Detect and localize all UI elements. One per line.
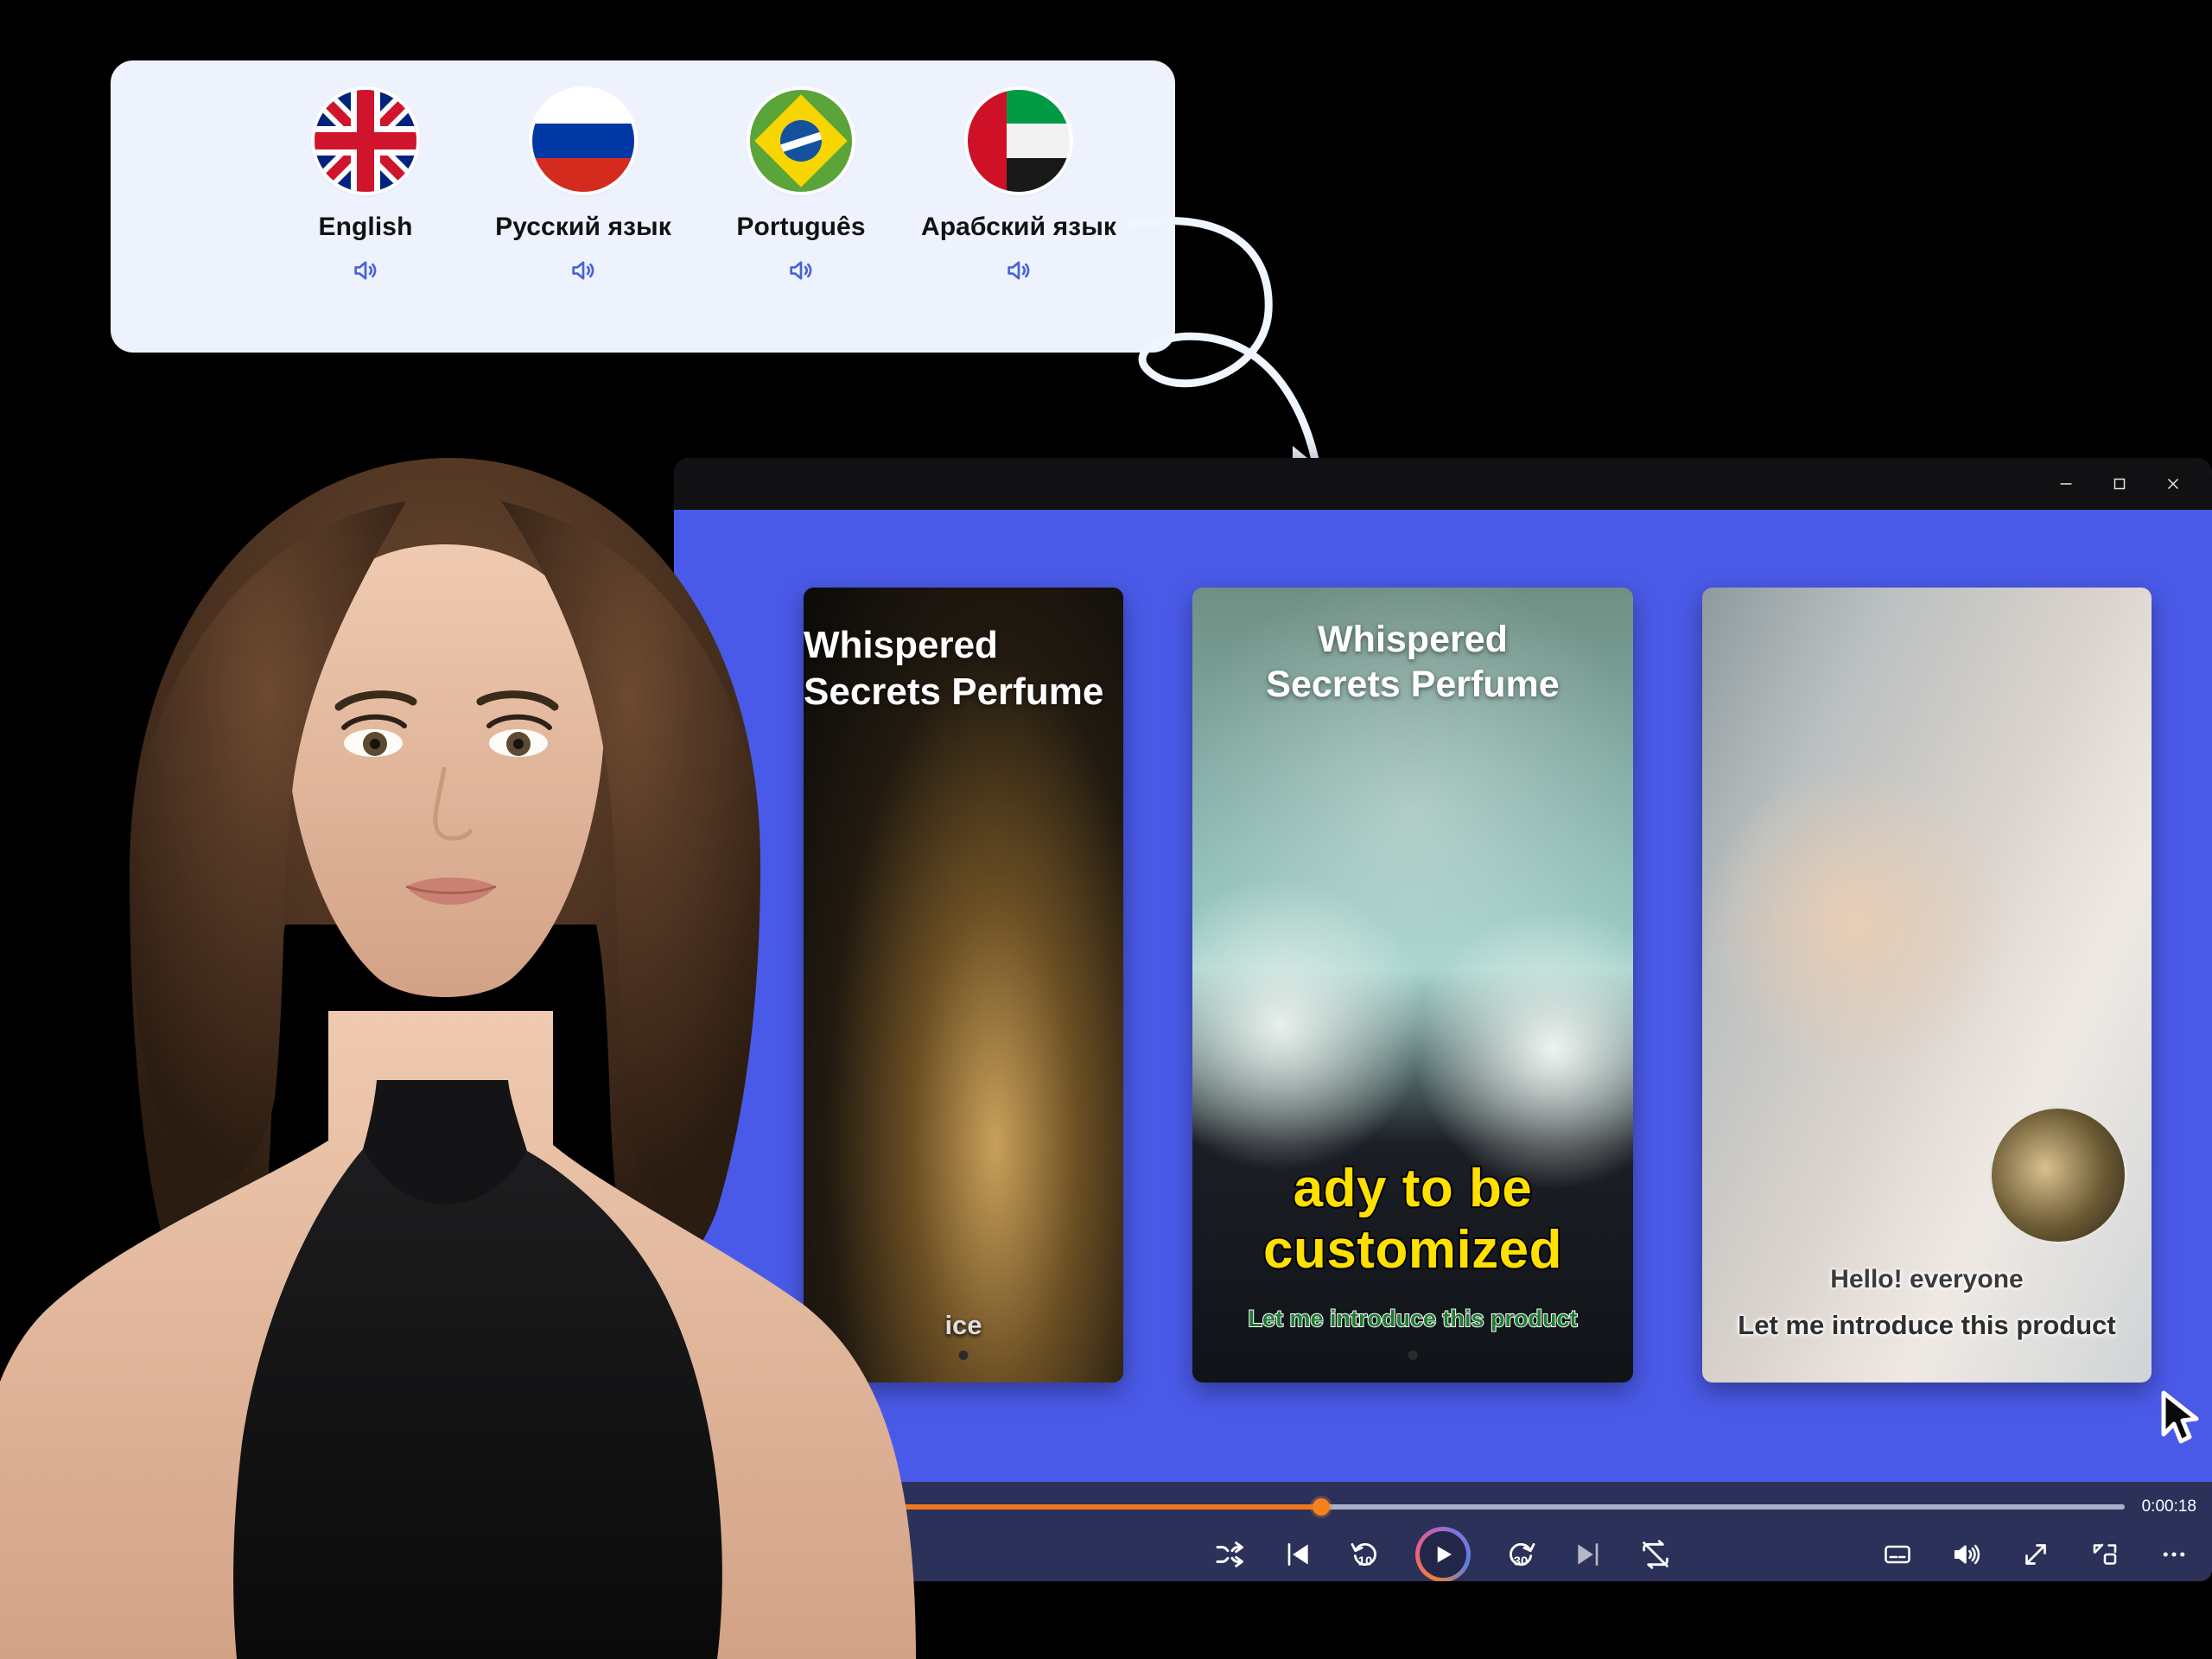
speaker-icon[interactable] [1004, 256, 1033, 285]
video-card-left[interactable]: Whispered Secrets Perfume ice [804, 588, 1123, 1382]
progress-fill [690, 1504, 1321, 1510]
time-label: 0:00:18 [2141, 1497, 2196, 1516]
progress-row: 0:00:18 [674, 1496, 2212, 1518]
card-center-title-line1: Whispered [1318, 619, 1508, 660]
language-option-portuguese[interactable]: Português [728, 90, 874, 285]
speaker-icon[interactable] [569, 256, 598, 285]
play-button[interactable] [1415, 1527, 1471, 1581]
video-card-right[interactable]: Hello! everyone Let me introduce this pr… [1702, 588, 2152, 1382]
repeat-off-icon[interactable] [1638, 1537, 1673, 1572]
uae-flag-icon [968, 90, 1070, 192]
progress-knob[interactable] [1312, 1498, 1330, 1516]
language-label: Русский язык [495, 213, 671, 241]
screenshot-root: English Русский язык Português Арабский … [0, 0, 2212, 1659]
more-options-icon[interactable] [2158, 1539, 2190, 1570]
next-icon[interactable] [1571, 1537, 1605, 1572]
picture-in-picture-thumbnail [1989, 1106, 2127, 1244]
language-label: Português [736, 213, 866, 241]
language-option-english[interactable]: English [292, 90, 439, 285]
fullscreen-icon[interactable] [2020, 1539, 2051, 1570]
card-marker-dot [1408, 1351, 1418, 1360]
shuffle-icon[interactable] [1213, 1537, 1248, 1572]
card-left-caption: ice [944, 1310, 982, 1340]
language-panel: English Русский язык Português Арабский … [111, 60, 1175, 353]
card-center-title: Whispered Secrets Perfume [1192, 617, 1633, 708]
card-center-title-line2: Secrets Perfume [1266, 664, 1560, 706]
forward-30-icon[interactable]: 30 [1503, 1537, 1538, 1572]
previous-icon[interactable] [1281, 1537, 1315, 1572]
svg-text:10: 10 [1358, 1554, 1373, 1569]
controls-row: 10 30 [674, 1527, 2212, 1581]
language-option-arabic[interactable]: Арабский язык [921, 90, 1116, 285]
card-marker-dot [958, 1351, 969, 1360]
card-left-title: Whispered Secrets Perfume [804, 624, 1104, 713]
volume-icon[interactable] [1951, 1539, 1982, 1570]
mouse-cursor-icon [2157, 1389, 2202, 1448]
minimize-icon[interactable] [2039, 458, 2093, 510]
player-controls-bar: 0:00:18 10 30 [674, 1482, 2212, 1581]
language-option-russian[interactable]: Русский язык [495, 90, 671, 285]
card-right-caption-line2: Let me introduce this product [1738, 1310, 2116, 1340]
captions-icon[interactable] [1882, 1539, 1913, 1570]
video-player-window: Whispered Secrets Perfume ice Whispered … [674, 458, 2212, 1581]
svg-text:30: 30 [1514, 1554, 1529, 1569]
russia-flag-icon [532, 90, 634, 192]
uk-flag-icon [315, 90, 416, 192]
picture-in-picture-icon[interactable] [2089, 1539, 2120, 1570]
brazil-flag-icon [750, 90, 852, 192]
video-canvas[interactable]: Whispered Secrets Perfume ice Whispered … [674, 510, 2212, 1482]
speaker-icon[interactable] [351, 256, 380, 285]
video-card-center[interactable]: Whispered Secrets Perfume ady to be cust… [1192, 588, 1633, 1382]
card-center-caption-main: ady to be customized [1262, 1157, 1564, 1281]
center-controls: 10 30 [1213, 1527, 1673, 1581]
card-right-caption-line1: Hello! everyone [1830, 1265, 2024, 1294]
language-label: English [318, 213, 413, 241]
window-titlebar [674, 458, 2212, 510]
right-controls [1882, 1529, 2190, 1580]
close-icon[interactable] [2146, 458, 2200, 510]
language-label: Арабский язык [920, 213, 1117, 241]
speaker-icon[interactable] [786, 256, 816, 285]
maximize-icon[interactable] [2093, 458, 2146, 510]
card-right-thumbnail [1702, 588, 2152, 1382]
card-center-caption-sub: Let me introduce this product [1247, 1305, 1578, 1332]
rewind-10-icon[interactable]: 10 [1348, 1537, 1382, 1572]
progress-track[interactable] [690, 1498, 2125, 1516]
